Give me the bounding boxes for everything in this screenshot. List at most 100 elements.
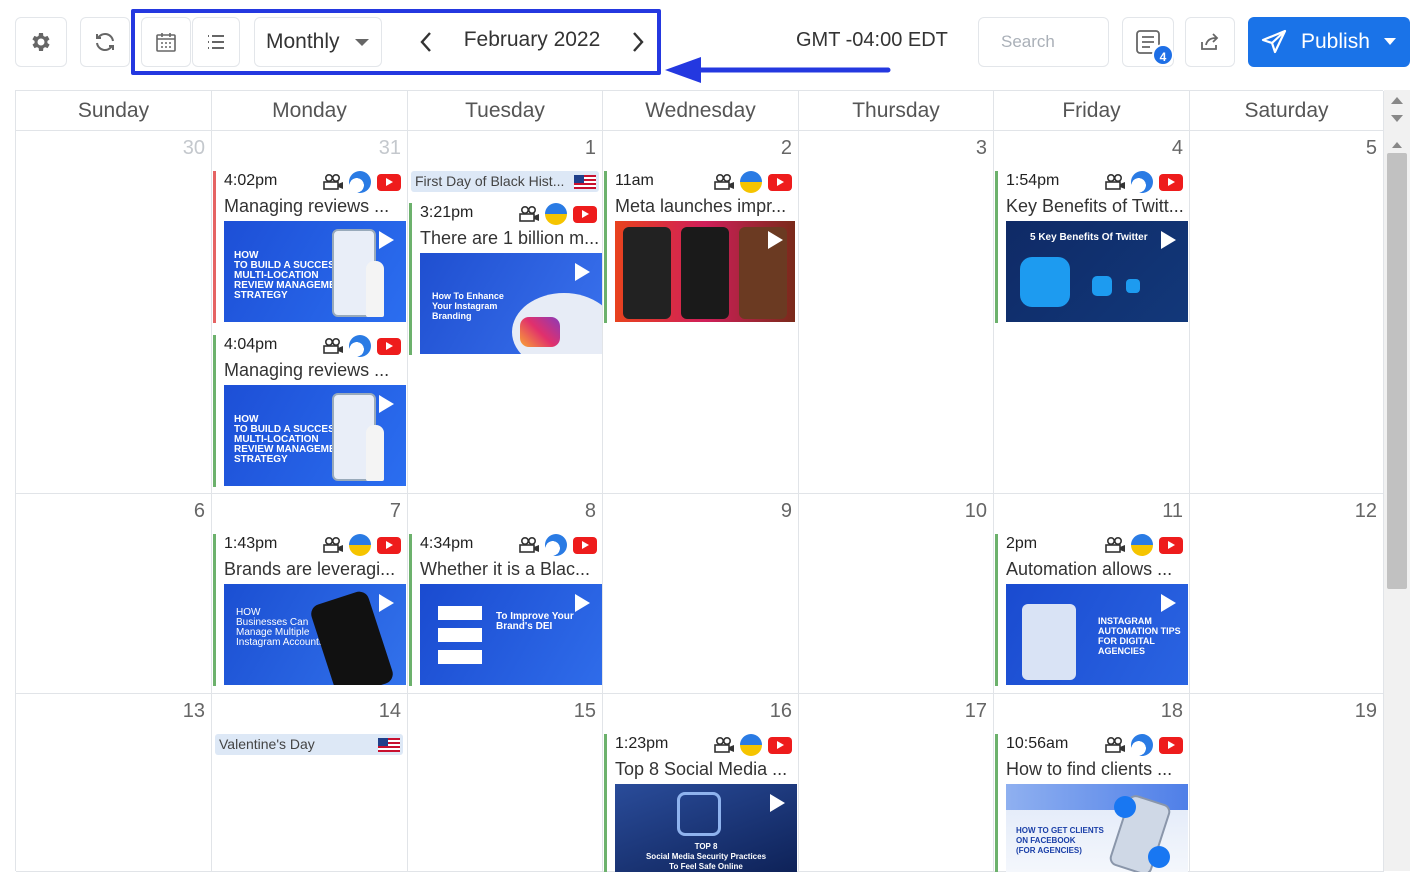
calendar-grid: Sunday Monday Tuesday Wednesday Thursday… <box>15 90 1384 872</box>
play-icon <box>379 594 394 612</box>
post-thumbnail[interactable]: TOP 8 Social Media Security Practices To… <box>615 784 797 872</box>
post-thumbnail[interactable]: HOW Businesses Can Manage Multiple Insta… <box>224 584 406 685</box>
post-card[interactable]: 4:02pm Managing reviews ... HOW TO BUILD… <box>213 171 406 323</box>
day-number: 19 <box>1354 700 1377 722</box>
day-cell[interactable]: 5 <box>1190 131 1384 494</box>
youtube-icon <box>573 537 597 554</box>
day-cell[interactable]: 12 <box>1190 494 1384 694</box>
account-icon <box>323 337 343 354</box>
scroll-down-icon[interactable] <box>1391 115 1403 122</box>
play-icon <box>768 231 783 249</box>
refresh-button[interactable] <box>80 17 130 67</box>
scroll-up-icon[interactable] <box>1392 142 1402 148</box>
day-number: 9 <box>780 500 792 522</box>
day-number: 1 <box>584 137 596 159</box>
share-icon <box>1201 33 1219 50</box>
day-cell[interactable]: 31 4:02pm Managing reviews ... HOW TO BU… <box>212 131 408 494</box>
play-icon <box>379 395 394 413</box>
post-card[interactable]: 10:56am How to find clients ... HOW TO G… <box>995 734 1188 872</box>
twitter-logo-icon <box>1126 279 1140 293</box>
sign-illustration <box>438 650 482 664</box>
day-cell[interactable]: 30 <box>16 131 212 494</box>
day-number: 5 <box>1365 137 1377 159</box>
post-thumbnail[interactable]: HOW TO BUILD A SUCCESSFUL MULTI-LOCATION… <box>224 385 406 486</box>
day-number: 15 <box>573 700 596 722</box>
settings-button[interactable] <box>15 17 67 67</box>
account-icon <box>1105 173 1125 190</box>
twitter-logo-icon <box>1020 257 1070 307</box>
weekday-header: Saturday <box>1190 91 1384 131</box>
post-platform-icons <box>710 171 794 193</box>
weekday-header: Sunday <box>16 91 212 131</box>
day-cell[interactable]: 14 Valentine's Day <box>212 694 408 872</box>
holiday-label[interactable]: Valentine's Day <box>215 734 403 755</box>
post-thumbnail[interactable]: To Improve Your Brand's DEI <box>420 584 602 685</box>
day-cell[interactable]: 8 4:34pm Whether it is a Blac... To Impr… <box>408 494 603 694</box>
day-number: 30 <box>182 137 205 159</box>
day-cell[interactable]: 19 <box>1190 694 1384 872</box>
post-thumbnail[interactable]: HOW TO GET CLIENTS ON FACEBOOK (FOR AGEN… <box>1006 784 1188 872</box>
search-input[interactable] <box>978 17 1109 67</box>
post-title: Automation allows ... <box>1006 559 1173 579</box>
day-cell[interactable]: 6 <box>16 494 212 694</box>
day-cell[interactable]: 16 1:23pm Top 8 Social Media ... TOP 8 S… <box>603 694 799 872</box>
scrollbar-thumb[interactable] <box>1387 153 1407 589</box>
thumbnail-caption: TOP 8 Social Media Security Practices To… <box>645 842 767 871</box>
holiday-label[interactable]: First Day of Black Hist... <box>411 171 599 192</box>
post-thumbnail[interactable]: 5 Key Benefits Of Twitter <box>1006 221 1188 322</box>
channel-avatar-icon <box>349 171 371 193</box>
post-card[interactable]: 11am Meta launches impr... <box>604 171 795 323</box>
post-card[interactable]: 1:54pm Key Benefits of Twitt... 5 Key Be… <box>995 171 1188 323</box>
post-thumbnail[interactable]: INSTAGRAM AUTOMATION TIPS FOR DIGITAL AG… <box>1006 584 1188 685</box>
vertical-scrollbar[interactable] <box>1384 90 1410 871</box>
post-time: 1:54pm <box>1006 172 1060 189</box>
post-card[interactable]: 3:21pm There are 1 billion m... How To E… <box>409 203 602 355</box>
publish-button[interactable]: Publish <box>1248 17 1410 67</box>
scroll-up-icon[interactable] <box>1391 97 1403 104</box>
account-icon <box>519 536 539 553</box>
day-cell[interactable]: 3 <box>799 131 994 494</box>
weekday-header: Friday <box>994 91 1190 131</box>
day-cell[interactable]: 2 11am Meta launches impr... <box>603 131 799 494</box>
channel-avatar-icon <box>545 534 567 556</box>
post-card[interactable]: 4:04pm Managing reviews ... HOW TO BUILD… <box>213 335 406 487</box>
post-thumbnail[interactable]: HOW TO BUILD A SUCCESSFUL MULTI-LOCATION… <box>224 221 406 322</box>
day-number: 7 <box>389 500 401 522</box>
post-time: 2pm <box>1006 535 1038 552</box>
chevron-down-icon[interactable] <box>1384 38 1396 45</box>
post-title: Top 8 Social Media ... <box>615 759 788 779</box>
post-platform-icons <box>515 203 599 225</box>
post-title: How to find clients ... <box>1006 759 1173 779</box>
youtube-icon <box>377 338 401 355</box>
post-card[interactable]: 2pm Automation allows ... INSTAGRAM AUTO… <box>995 534 1188 686</box>
refresh-icon <box>96 32 114 52</box>
day-cell[interactable]: 15 <box>408 694 603 872</box>
play-icon <box>575 263 590 281</box>
post-time: 1:43pm <box>224 535 278 552</box>
day-cell[interactable]: 4 1:54pm Key Benefits of Twitt... 5 Key … <box>994 131 1190 494</box>
channel-avatar-icon <box>545 203 567 225</box>
post-platform-icons <box>1101 171 1185 193</box>
channel-avatar-icon <box>1131 171 1153 193</box>
highlight-box <box>131 9 661 75</box>
post-card[interactable]: 1:23pm Top 8 Social Media ... TOP 8 Soci… <box>604 734 797 872</box>
day-cell[interactable]: 11 2pm Automation allows ... INSTAGRAM A… <box>994 494 1190 694</box>
day-cell[interactable]: 17 <box>799 694 994 872</box>
post-thumbnail[interactable]: How To Enhance Your Instagram Branding <box>420 253 602 354</box>
day-number: 13 <box>182 700 205 722</box>
day-cell[interactable]: 9 <box>603 494 799 694</box>
post-card[interactable]: 1:43pm Brands are leveragi... HOW Busine… <box>213 534 406 686</box>
weekday-header: Tuesday <box>408 91 603 131</box>
day-cell[interactable]: 7 1:43pm Brands are leveragi... HOW Busi… <box>212 494 408 694</box>
day-number: 3 <box>975 137 987 159</box>
day-cell[interactable]: 1 First Day of Black Hist... 3:21pm Ther… <box>408 131 603 494</box>
post-card[interactable]: 4:34pm Whether it is a Blac... To Improv… <box>409 534 602 686</box>
share-button[interactable] <box>1185 17 1235 67</box>
day-cell[interactable]: 10 <box>799 494 994 694</box>
timezone-label: GMT -04:00 EDT <box>796 29 948 51</box>
instagram-logo <box>520 317 560 347</box>
post-thumbnail[interactable] <box>615 221 795 322</box>
day-cell[interactable]: 13 <box>16 694 212 872</box>
person-illustration <box>1022 604 1076 680</box>
day-cell[interactable]: 18 10:56am How to find clients ... HOW T… <box>994 694 1190 872</box>
